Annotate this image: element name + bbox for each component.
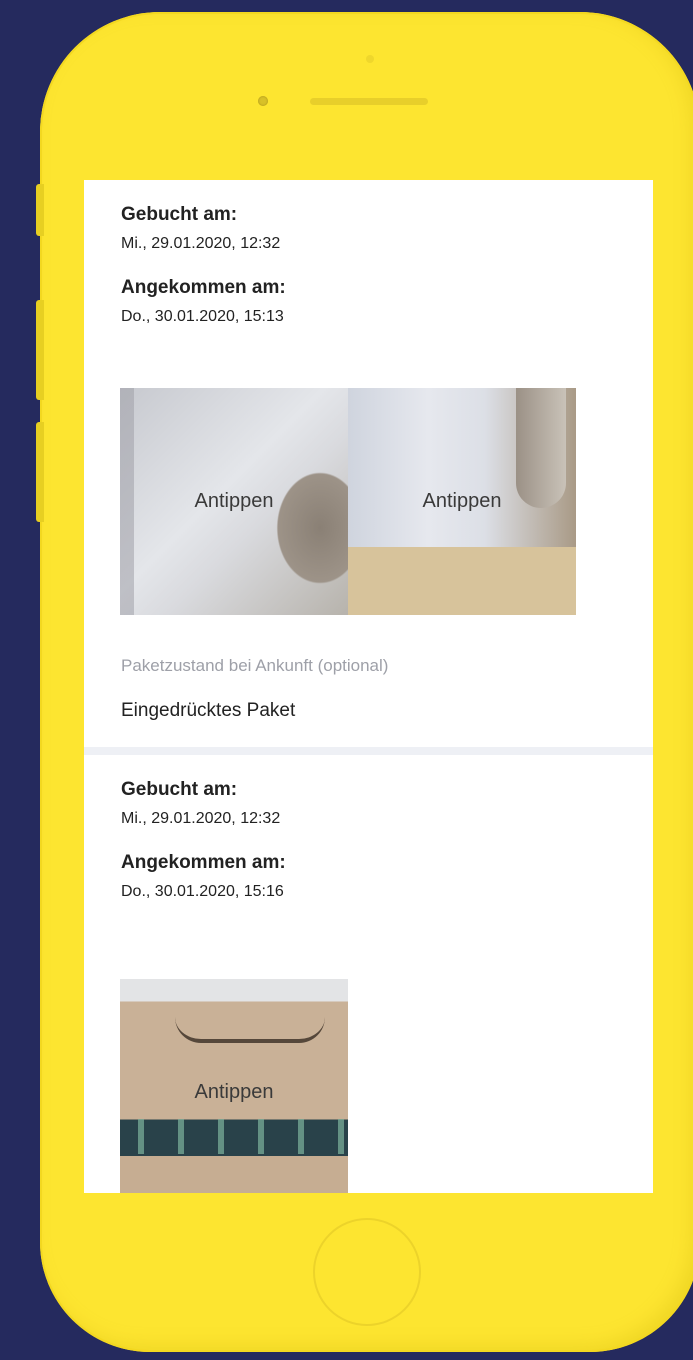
mute-switch <box>36 184 44 236</box>
booked-value: Mi., 29.01.2020, 12:32 <box>121 235 281 252</box>
booked-label: Gebucht am: <box>121 779 238 800</box>
parcel-photo[interactable]: Antippen <box>120 979 348 1193</box>
photo-tap-label: Antippen <box>194 490 274 512</box>
volume-up-button <box>36 300 44 400</box>
volume-down-button <box>36 422 44 522</box>
parcel-card: Gebucht am: Mi., 29.01.2020, 12:32 Angek… <box>84 180 653 747</box>
arrived-label: Angekommen am: <box>121 277 286 298</box>
proximity-sensor <box>366 55 374 63</box>
arrived-label: Angekommen am: <box>121 852 286 873</box>
parcel-photo[interactable]: Antippen <box>120 388 348 615</box>
arrived-value: Do., 30.01.2020, 15:16 <box>121 883 284 900</box>
booked-label: Gebucht am: <box>121 204 238 225</box>
front-camera-icon <box>258 96 268 106</box>
parcel-photo[interactable]: Antippen <box>348 388 576 615</box>
parcel-card: Gebucht am: Mi., 29.01.2020, 12:32 Angek… <box>84 755 653 1193</box>
photo-tap-label: Antippen <box>194 1081 274 1103</box>
card-divider <box>84 747 653 755</box>
arrived-value: Do., 30.01.2020, 15:13 <box>121 308 284 325</box>
earpiece-speaker <box>310 98 428 105</box>
booked-value: Mi., 29.01.2020, 12:32 <box>121 810 281 827</box>
home-button[interactable] <box>313 1218 421 1326</box>
app-screen: Gebucht am: Mi., 29.01.2020, 12:32 Angek… <box>84 180 653 1193</box>
condition-label: Paketzustand bei Ankunft (optional) <box>121 656 389 675</box>
photo-tap-label: Antippen <box>422 490 502 512</box>
condition-value[interactable]: Eingedrücktes Paket <box>121 700 295 722</box>
